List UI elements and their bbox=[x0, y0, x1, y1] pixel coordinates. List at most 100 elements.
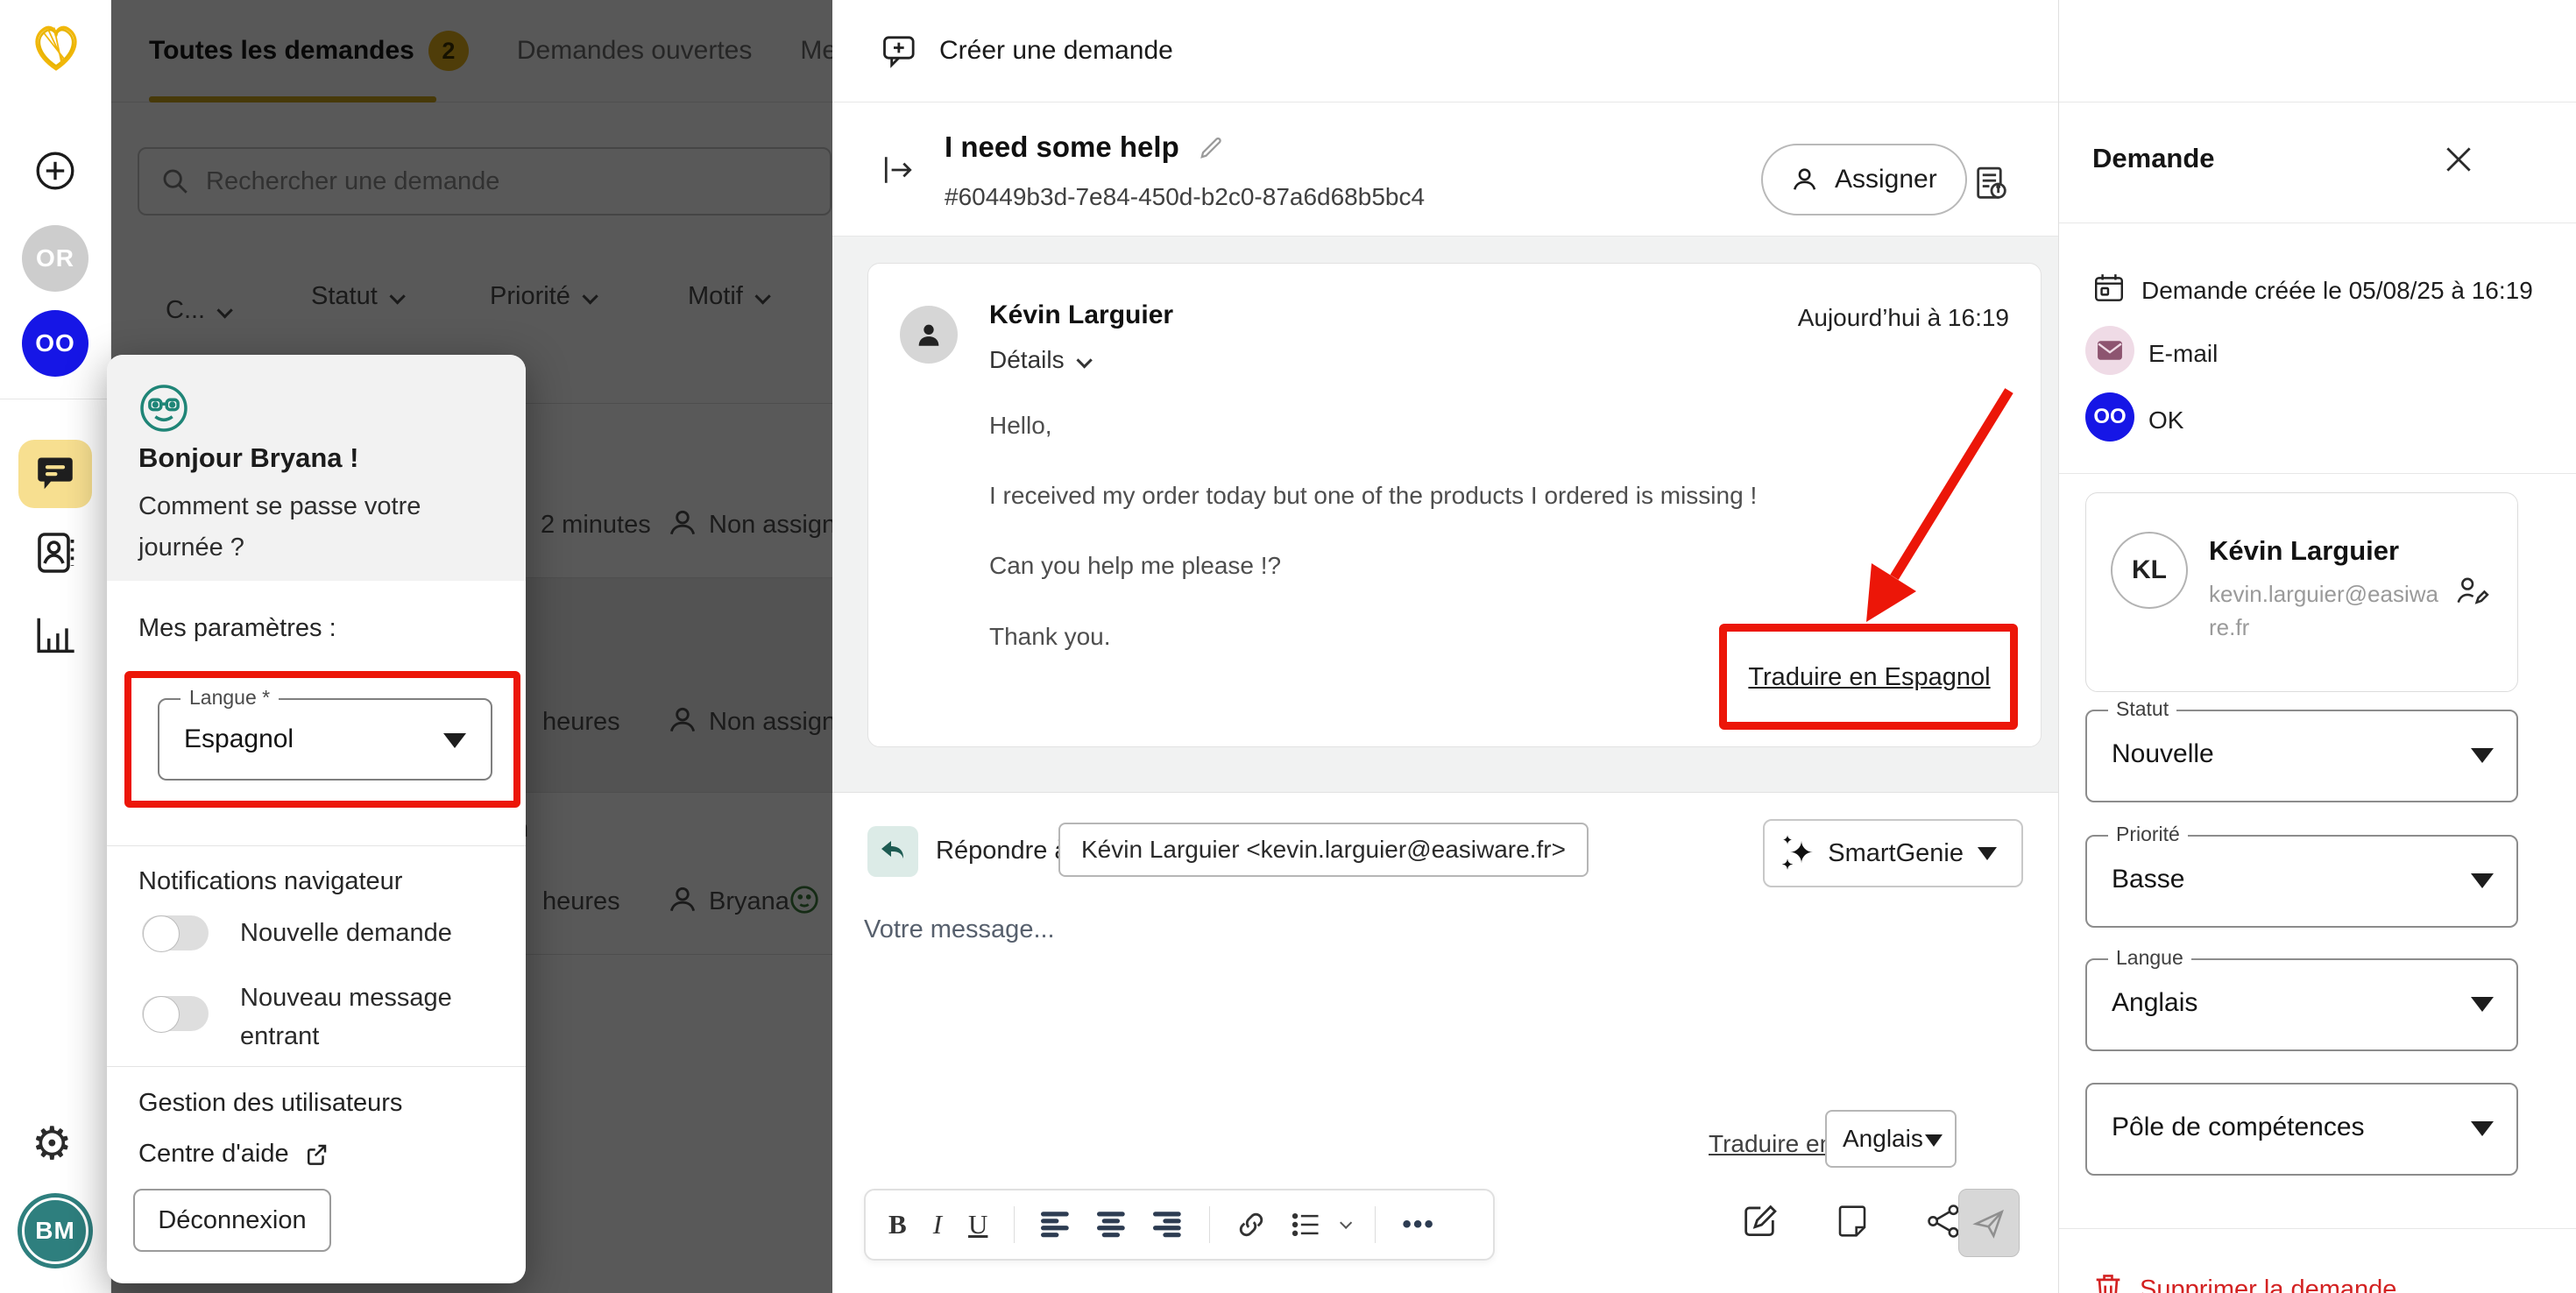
language-select[interactable]: Langue Anglais bbox=[2085, 946, 2518, 1051]
conversations-nav-active[interactable] bbox=[18, 440, 92, 508]
translate-language-select[interactable]: Anglais bbox=[1825, 1110, 1957, 1168]
menu-divider bbox=[107, 1066, 526, 1067]
contact-email: kevin.larguier@easiware.fr bbox=[2209, 581, 2438, 640]
greeting-title: Bonjour Bryana ! bbox=[138, 442, 359, 473]
chevron-down-icon bbox=[1340, 1216, 1353, 1229]
smiley-glasses-icon bbox=[140, 385, 188, 432]
sparkles-icon: ✦ ✦ ✦ bbox=[1781, 833, 1815, 873]
translate-reply-link[interactable]: Traduire en bbox=[1709, 1130, 1833, 1158]
workspace-avatar-or[interactable]: OR bbox=[22, 225, 88, 292]
underline-button[interactable]: U bbox=[968, 1209, 987, 1240]
priority-select[interactable]: Priorité Basse bbox=[2085, 823, 2518, 928]
formatting-toolbar: B I U ••• bbox=[864, 1189, 1495, 1261]
details-title: Demande bbox=[2092, 143, 2215, 173]
align-left-icon[interactable] bbox=[1041, 1212, 1071, 1238]
user-avatar-bm[interactable]: BM bbox=[18, 1193, 93, 1268]
smartgenie-button[interactable]: ✦ ✦ ✦ SmartGenie bbox=[1762, 819, 2023, 887]
ticket-id: #60449b3d-7e84-450d-b2c0-87a6d68b5bc4 bbox=[945, 183, 1426, 210]
settings-gear-icon[interactable]: ⚙ bbox=[32, 1120, 73, 1169]
ticket-summary-icon[interactable] bbox=[1971, 164, 2012, 204]
details-top-strip bbox=[2059, 0, 2576, 102]
link-icon[interactable] bbox=[1236, 1210, 1266, 1240]
help-center-link[interactable]: Centre d'aide bbox=[138, 1140, 329, 1169]
statistics-nav[interactable] bbox=[32, 613, 78, 659]
status-select[interactable]: Statut Nouvelle bbox=[2085, 697, 2518, 802]
customer-avatar bbox=[900, 306, 958, 364]
reply-icon-badge bbox=[867, 826, 918, 877]
greeting-question: Comment se passe votre journée ? bbox=[138, 492, 421, 562]
bar-chart-icon bbox=[37, 618, 74, 654]
create-request-icon[interactable] bbox=[881, 32, 918, 69]
recipient-chip[interactable]: Kévin Larguier <kevin.larguier@easiware.… bbox=[1058, 823, 1589, 877]
bullet-list-icon bbox=[1292, 1212, 1319, 1237]
channel-badge bbox=[2085, 326, 2134, 375]
menu-divider bbox=[107, 845, 526, 846]
message-line: Can you help me please !? bbox=[989, 552, 1282, 579]
edit-title-pencil-icon[interactable] bbox=[1199, 134, 1225, 160]
collapse-panel-icon[interactable] bbox=[881, 153, 915, 187]
details-header: Demande bbox=[2059, 102, 2576, 223]
user-menu-header: Bonjour Bryana ! Comment se passe votre … bbox=[107, 355, 526, 581]
close-icon[interactable] bbox=[2442, 143, 2475, 176]
toggle-new-request[interactable] bbox=[142, 915, 209, 952]
ticket-detail-panel: Créer une demande I need some help #6044… bbox=[832, 0, 2058, 1293]
channel-label: E-mail bbox=[2148, 340, 2219, 367]
language-select-label: Langue * bbox=[180, 686, 280, 710]
create-request-label[interactable]: Créer une demande bbox=[939, 36, 1173, 66]
contact-avatar: KL bbox=[2111, 532, 2188, 609]
person-icon bbox=[918, 324, 939, 346]
create-request-bar: Créer une demande bbox=[832, 0, 2058, 102]
left-rail: OR OO ⚙ BM bbox=[0, 0, 111, 1293]
italic-button[interactable]: I bbox=[933, 1209, 942, 1240]
contact-card[interactable]: KL Kévin Larguier kevin.larguier@easiwar… bbox=[2085, 492, 2518, 692]
edit-contact-icon[interactable] bbox=[2454, 574, 2491, 611]
created-date-text: Demande créée le 05/08/25 à 16:19 bbox=[2141, 277, 2533, 304]
org-badge: OO bbox=[2085, 392, 2134, 442]
ticket-header: I need some help #60449b3d-7e84-450d-b2c… bbox=[832, 102, 2058, 237]
bold-button[interactable]: B bbox=[888, 1209, 907, 1240]
customer-message-card: Kévin Larguier Détails Aujourd’hui à 16:… bbox=[867, 263, 2042, 747]
brand-heart-logo[interactable] bbox=[25, 16, 88, 79]
add-icon[interactable] bbox=[35, 151, 75, 191]
share-icon[interactable] bbox=[1926, 1203, 1963, 1240]
contacts-book-icon bbox=[38, 533, 74, 573]
assign-button[interactable]: Assigner bbox=[1761, 144, 1967, 216]
toggle-new-incoming-message[interactable] bbox=[142, 996, 209, 1033]
dropdown-caret-icon bbox=[443, 733, 466, 748]
more-options-button[interactable]: ••• bbox=[1402, 1210, 1435, 1240]
send-button[interactable] bbox=[1958, 1189, 2020, 1257]
chat-bubble-icon bbox=[38, 457, 73, 490]
compose-note-icon[interactable] bbox=[1739, 1200, 1780, 1240]
list-format-button[interactable] bbox=[1292, 1212, 1353, 1238]
message-date: Aujourd’hui à 16:19 bbox=[1797, 304, 2009, 331]
message-line: Thank you. bbox=[989, 623, 1111, 650]
external-link-icon bbox=[307, 1144, 326, 1165]
dropdown-caret-icon bbox=[2471, 873, 2494, 888]
delete-request-button[interactable]: Supprimer la demande bbox=[2092, 1272, 2396, 1293]
skills-select[interactable]: Pôle de compétences bbox=[2085, 1083, 2518, 1176]
reply-composer: Répondre à Kévin Larguier <kevin.larguie… bbox=[832, 792, 2058, 1293]
user-management-link[interactable]: Gestion des utilisateurs bbox=[138, 1089, 402, 1118]
workspace-avatar-oo[interactable]: OO bbox=[22, 310, 88, 377]
ticket-title: I need some help bbox=[945, 131, 1179, 163]
language-select[interactable]: Langue * Espagnol bbox=[158, 686, 492, 781]
toolbar-divider bbox=[1375, 1206, 1376, 1243]
align-right-icon[interactable] bbox=[1153, 1212, 1183, 1238]
logout-button[interactable]: Déconnexion bbox=[133, 1189, 331, 1252]
dropdown-caret-icon bbox=[1978, 846, 1997, 860]
app-window: OR OO ⚙ BM Bonjour Bryana ! Comment se p… bbox=[0, 0, 2576, 1293]
message-details-toggle[interactable]: Détails bbox=[989, 346, 1093, 374]
message-author: Kévin Larguier bbox=[989, 300, 1174, 329]
note-page-icon[interactable] bbox=[1834, 1203, 1871, 1240]
calendar-icon bbox=[2095, 274, 2123, 301]
contacts-nav[interactable] bbox=[32, 529, 79, 576]
message-input-placeholder[interactable]: Votre message... bbox=[864, 915, 1055, 944]
settings-section-title: Mes paramètres : bbox=[138, 614, 336, 642]
details-divider bbox=[2059, 1228, 2576, 1229]
message-line: I received my order today but one of the… bbox=[989, 482, 1758, 509]
notifications-section-title: Notifications navigateur bbox=[138, 867, 403, 895]
align-center-icon[interactable] bbox=[1097, 1212, 1127, 1238]
request-details-panel: Demande Demande créée le 05/08/25 à 16:1… bbox=[2058, 0, 2576, 1293]
language-select-value: Espagnol bbox=[184, 724, 294, 753]
translate-message-link[interactable]: Traduire en Espagnol bbox=[1720, 625, 2019, 731]
